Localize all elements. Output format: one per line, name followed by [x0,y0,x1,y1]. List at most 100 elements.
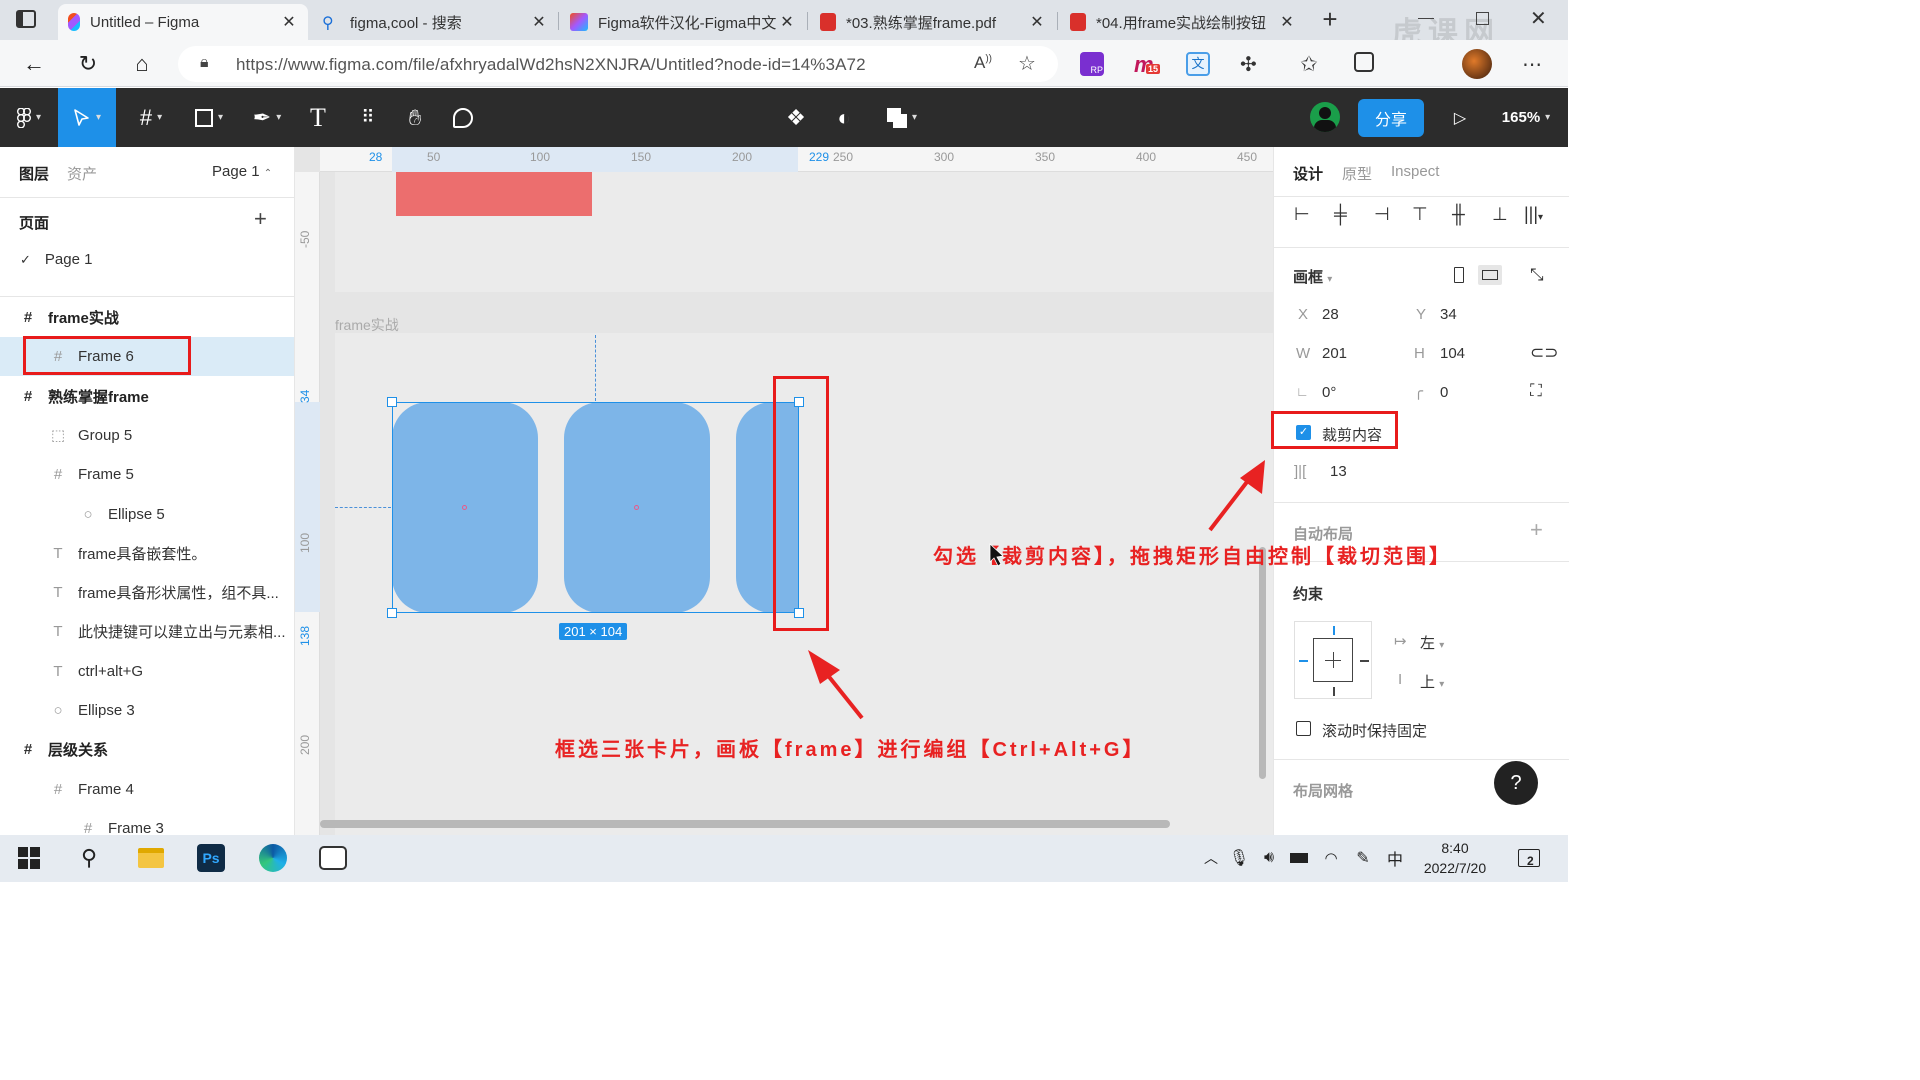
comment-tool-icon[interactable] [448,88,478,147]
tray-expand-icon[interactable]: ︿ [1196,843,1226,873]
layer-item[interactable]: # Frame 4 [0,770,294,809]
mask-icon[interactable]: ◐ [830,88,858,147]
align-right-icon[interactable]: ⊣ [1374,204,1390,225]
pen-icon[interactable]: ✎ [1348,843,1378,873]
tab-pdf-04[interactable]: *04.用frame实战绘制按钮 ✕ [1060,4,1306,40]
resize-handle[interactable] [387,608,397,618]
tab-figma-cn[interactable]: Figma软件汉化-Figma中文 ✕ [560,4,806,40]
align-bottom-icon[interactable]: ⊥ [1492,204,1508,225]
read-aloud-icon[interactable]: A)) [974,53,992,73]
x-input[interactable]: 28 [1322,306,1339,323]
tab-assets[interactable]: 资产 [67,163,97,184]
tab-layers[interactable]: 图层 [19,163,49,184]
distribute-icon[interactable]: |||▾ [1524,204,1543,225]
file-explorer-icon[interactable] [136,843,166,873]
w-input[interactable]: 201 [1322,345,1347,362]
corner-radius-input[interactable]: 0 [1440,384,1448,401]
tab-inspect[interactable]: Inspect [1391,163,1439,180]
help-button[interactable]: ? [1494,761,1538,805]
component-icon[interactable]: ❖ [782,88,810,147]
zoom-menu[interactable]: 165% ▾ [1494,88,1558,147]
tab-design[interactable]: 设计 [1293,163,1323,184]
layer-item[interactable]: T 此快捷键可以建立出与元素相... [0,612,294,651]
add-page-button[interactable]: + [254,206,267,232]
back-icon[interactable]: ← [18,48,50,80]
align-v-center-icon[interactable]: ╫ [1452,204,1465,225]
user-avatar[interactable] [1310,102,1340,132]
notification-icon[interactable]: 2 [1514,843,1544,873]
favorite-add-icon[interactable]: ☆ [1018,51,1036,76]
constrain-proportions-icon[interactable]: ⊂⊃ [1530,343,1559,363]
share-button[interactable]: 分享 [1358,99,1424,137]
close-window-icon[interactable]: ✕ [1530,6,1547,31]
microphone-icon[interactable]: 🎙︎ [1224,843,1254,873]
resize-to-fit-icon[interactable]: ⤡ [1530,265,1544,285]
search-icon[interactable]: ⚲ [74,843,104,873]
add-auto-layout-button[interactable]: + [1530,517,1543,543]
extension-m-icon[interactable]: m 15 [1134,52,1161,77]
new-tab-button[interactable]: + [1316,4,1344,36]
spacing-input[interactable]: 13 [1330,463,1347,480]
profile-avatar[interactable] [1462,49,1492,79]
layer-item[interactable]: # Frame 5 [0,455,294,494]
layer-item[interactable]: ⬚ Group 5 [0,416,294,455]
design-canvas[interactable]: frame实战 201 × 104 28 50 100 150 200 229 250 300… [295,147,1273,835]
layer-item[interactable]: # frame实战 [0,298,294,337]
page-item[interactable]: ✓ Page 1 [20,251,92,268]
red-rectangle[interactable] [396,172,592,216]
favorites-icon[interactable]: ✩ [1300,52,1324,76]
text-tool-icon[interactable]: T [304,88,332,147]
page-selector[interactable]: Page 1 ⌃ [212,163,272,180]
boolean-icon[interactable]: ▾ [880,88,924,147]
window-menu-icon[interactable] [16,10,36,28]
portrait-icon[interactable] [1454,267,1464,283]
tab-search[interactable]: ⚲ figma,cool - 搜索 ✕ [312,4,558,40]
extensions-puzzle-icon[interactable]: ✣ [1240,52,1264,76]
align-h-center-icon[interactable]: ╪ [1334,204,1347,225]
move-tool-icon[interactable]: ▾ [58,88,116,147]
layer-item[interactable]: Tctrl+alt+G [0,652,294,691]
close-tab-icon[interactable]: ✕ [1028,12,1046,32]
start-icon[interactable] [14,843,44,873]
layer-item[interactable]: Tframe具备嵌套性。 [0,534,294,573]
video-app-icon[interactable] [318,843,348,873]
layer-item[interactable]: # 熟练掌握frame [0,377,294,416]
layer-item[interactable]: ○ Ellipse 3 [0,691,294,730]
tab-prototype[interactable]: 原型 [1342,163,1372,184]
layer-item[interactable]: Tframe具备形状属性，组不具... [0,573,294,612]
battery-icon[interactable] [1284,843,1314,873]
hand-tool-icon[interactable]: ✋︎ [400,88,430,147]
frame-tool-icon[interactable]: # ▾ [126,88,176,147]
constraints-widget[interactable] [1294,621,1372,699]
reload-icon[interactable]: ↻ [72,48,104,80]
wifi-icon[interactable]: ◠ [1316,843,1346,873]
frame-section-title[interactable]: 画框 ▾ [1293,266,1332,287]
close-tab-icon[interactable]: ✕ [530,12,548,32]
independent-corners-icon[interactable]: ⛶ [1530,381,1542,401]
translate-icon[interactable]: 文 [1186,52,1210,76]
rotation-input[interactable]: 0° [1322,384,1336,401]
more-menu-icon[interactable]: ⋯ [1522,52,1546,76]
fixed-scroll-checkbox[interactable] [1296,721,1311,736]
scrollbar-horizontal[interactable] [320,820,1170,828]
close-tab-icon[interactable]: ✕ [1278,12,1296,32]
close-tab-icon[interactable]: ✕ [280,12,298,32]
tab-figma[interactable]: Untitled – Figma ✕ [58,4,308,40]
horizontal-constraint-select[interactable]: 左 ▾ [1420,632,1444,653]
minimize-icon[interactable] [1418,18,1434,19]
home-icon[interactable]: ⌂ [126,48,158,80]
pen-tool-icon[interactable]: ✒ ▾ [242,88,292,147]
collections-icon[interactable] [1354,52,1374,72]
address-bar[interactable]: 🔒︎ https://www.figma.com/file/afxhryadal… [178,46,1058,82]
tab-pdf-03[interactable]: *03.熟练掌握frame.pdf ✕ [810,4,1056,40]
layer-item[interactable]: # 层级关系 [0,730,294,769]
h-input[interactable]: 104 [1440,345,1465,362]
clock[interactable]: 8:40 2022/7/20 [1410,838,1500,878]
volume-icon[interactable]: 🔊︎ [1254,843,1284,873]
vertical-constraint-select[interactable]: 上 ▾ [1420,671,1444,692]
maximize-icon[interactable] [1476,12,1489,25]
align-top-icon[interactable]: ⊤ [1412,204,1428,225]
extension-rp-icon[interactable]: RP [1080,52,1104,76]
y-input[interactable]: 34 [1440,306,1457,323]
resources-icon[interactable]: ⠿ [354,88,382,147]
